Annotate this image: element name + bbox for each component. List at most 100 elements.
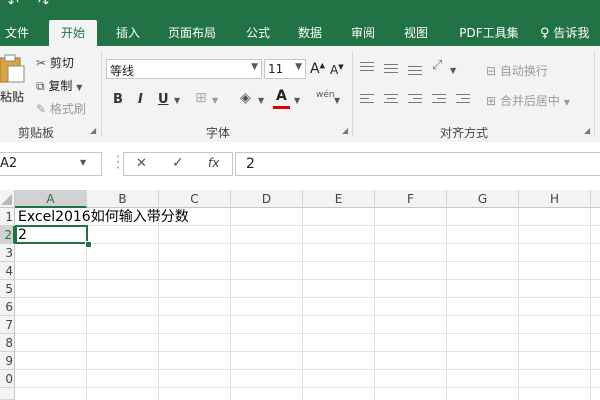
chevron-down-icon[interactable]: ▼ — [258, 96, 264, 105]
formula-input[interactable]: 2 — [235, 152, 600, 176]
tab-view[interactable]: 视图 — [396, 20, 436, 46]
orientation-icon[interactable]: ⤢ — [432, 58, 442, 73]
undo-icon[interactable]: ↶ — [8, 0, 19, 12]
align-bottom-icon[interactable] — [408, 66, 422, 78]
paste-button[interactable] — [0, 54, 26, 84]
tell-me-label: 告诉我 — [553, 26, 590, 40]
decrease-indent-icon[interactable] — [432, 94, 446, 106]
gridline — [15, 369, 600, 370]
italic-button[interactable]: I — [138, 92, 143, 107]
tab-review[interactable]: 审阅 — [343, 20, 383, 46]
column-header-b[interactable]: B — [87, 190, 159, 208]
align-center-icon[interactable] — [384, 94, 398, 106]
phonetic-guide-button[interactable]: wén — [316, 90, 335, 100]
redo-icon[interactable]: ↷ — [38, 0, 49, 12]
row-header-5[interactable]: 5 — [0, 280, 15, 298]
cut-button[interactable]: ✂ 剪切 — [36, 54, 74, 71]
row-header-1[interactable]: 1 — [0, 208, 15, 226]
align-middle-icon[interactable] — [384, 64, 398, 76]
gridline — [302, 208, 303, 400]
wrap-text-label: 自动换行 — [499, 64, 548, 78]
font-name-select[interactable]: 等线 ▼ — [106, 59, 262, 79]
cut-label: 剪切 — [49, 56, 74, 70]
row-header-6[interactable]: 6 — [0, 298, 15, 316]
tab-pdf-tools[interactable]: PDF工具集 — [450, 20, 528, 46]
shrink-arrow-icon: ▼ — [338, 63, 344, 71]
gridline — [15, 279, 600, 280]
merge-center-label: 合并后居中 — [499, 94, 560, 108]
gridline — [158, 208, 159, 400]
tab-file[interactable]: 文件 — [0, 20, 34, 46]
copy-label: 复制 — [48, 79, 73, 93]
chevron-down-icon[interactable]: ▼ — [334, 96, 340, 105]
tab-page-layout[interactable]: 页面布局 — [160, 20, 224, 46]
chevron-down-icon: ▼ — [251, 62, 258, 72]
column-header-f[interactable]: F — [375, 190, 447, 208]
cell-a1[interactable]: Excel2016如何输入带分数 — [18, 208, 189, 226]
align-right-icon[interactable] — [408, 94, 422, 106]
group-divider — [101, 52, 102, 136]
row-header-2[interactable]: 2 — [0, 226, 15, 244]
tab-home[interactable]: 开始 — [49, 20, 97, 46]
tell-me-box[interactable]: ♀ 告诉我 — [540, 20, 600, 46]
column-header-d[interactable]: D — [231, 190, 303, 208]
align-left-icon[interactable] — [360, 94, 374, 106]
row-header-8[interactable]: 8 — [0, 334, 15, 352]
alignment-launcher-icon[interactable]: ◢ — [584, 126, 590, 135]
gridline — [374, 208, 375, 400]
increase-indent-icon[interactable] — [456, 94, 470, 106]
column-header-e[interactable]: E — [303, 190, 375, 208]
row-header-7[interactable]: 7 — [0, 316, 15, 334]
copy-button[interactable]: ⧉ 复制 ▼ — [36, 77, 82, 94]
enter-check-icon[interactable]: ✓ — [172, 155, 184, 171]
gridline — [15, 297, 600, 298]
font-color-button[interactable]: A — [276, 88, 287, 104]
select-all-corner[interactable] — [0, 190, 15, 208]
cancel-icon[interactable]: ✕ — [136, 156, 147, 171]
row-header-4[interactable]: 4 — [0, 262, 15, 280]
brush-icon: ✎ — [36, 102, 47, 116]
merge-center-button[interactable]: ⊞ 合并后居中 ▼ — [486, 92, 570, 109]
font-group-label: 字体 — [206, 126, 231, 140]
chevron-down-icon[interactable]: ▼ — [174, 96, 180, 105]
column-header-h[interactable]: H — [519, 190, 591, 208]
grow-font-button[interactable]: A▲ — [310, 61, 325, 77]
format-painter-label: 格式刷 — [49, 102, 86, 116]
chevron-down-icon: ▼ — [76, 83, 83, 92]
format-painter-button[interactable]: ✎ 格式刷 — [36, 100, 86, 117]
formula-input-value: 2 — [246, 156, 255, 172]
bold-button[interactable]: B — [113, 92, 123, 107]
fill-handle[interactable] — [85, 241, 92, 248]
chevron-down-icon[interactable]: ▼ — [294, 96, 300, 105]
wrap-text-button[interactable]: ⊟ 自动换行 — [486, 62, 548, 79]
font-size-select[interactable]: 11 ▼ — [264, 59, 306, 79]
underline-button[interactable]: U — [158, 92, 169, 107]
fill-color-icon[interactable]: ◈ — [240, 90, 251, 106]
clipboard-group-label: 剪贴板 — [18, 126, 55, 140]
tab-data[interactable]: 数据 — [290, 20, 330, 46]
font-launcher-icon[interactable]: ◢ — [342, 126, 348, 135]
row-header-10[interactable]: 0 — [0, 370, 15, 388]
row-header-9[interactable]: 9 — [0, 352, 15, 370]
copy-icon: ⧉ — [36, 79, 45, 93]
active-cell-a2[interactable]: 2 — [15, 225, 88, 244]
name-box[interactable]: A2 ▼ — [0, 152, 102, 176]
column-header-c[interactable]: C — [159, 190, 231, 208]
gridline — [518, 208, 519, 400]
gridline — [15, 351, 600, 352]
chevron-down-icon[interactable]: ▼ — [212, 96, 218, 105]
gridline — [230, 208, 231, 400]
wrap-text-icon: ⊟ — [486, 64, 497, 78]
tab-formulas[interactable]: 公式 — [238, 20, 278, 46]
borders-icon[interactable]: ⊞ — [195, 90, 207, 106]
clipboard-launcher-icon[interactable]: ◢ — [90, 126, 96, 135]
column-header-a[interactable]: A — [15, 190, 87, 208]
align-top-icon[interactable] — [360, 62, 374, 74]
column-header-g[interactable]: G — [447, 190, 519, 208]
insert-function-button[interactable]: fx — [208, 156, 219, 170]
font-name-value: 等线 — [110, 64, 135, 78]
tab-insert[interactable]: 插入 — [108, 20, 148, 46]
chevron-down-icon[interactable]: ▼ — [450, 66, 456, 75]
row-header-3[interactable]: 3 — [0, 244, 15, 262]
shrink-font-button[interactable]: A▼ — [330, 63, 344, 77]
